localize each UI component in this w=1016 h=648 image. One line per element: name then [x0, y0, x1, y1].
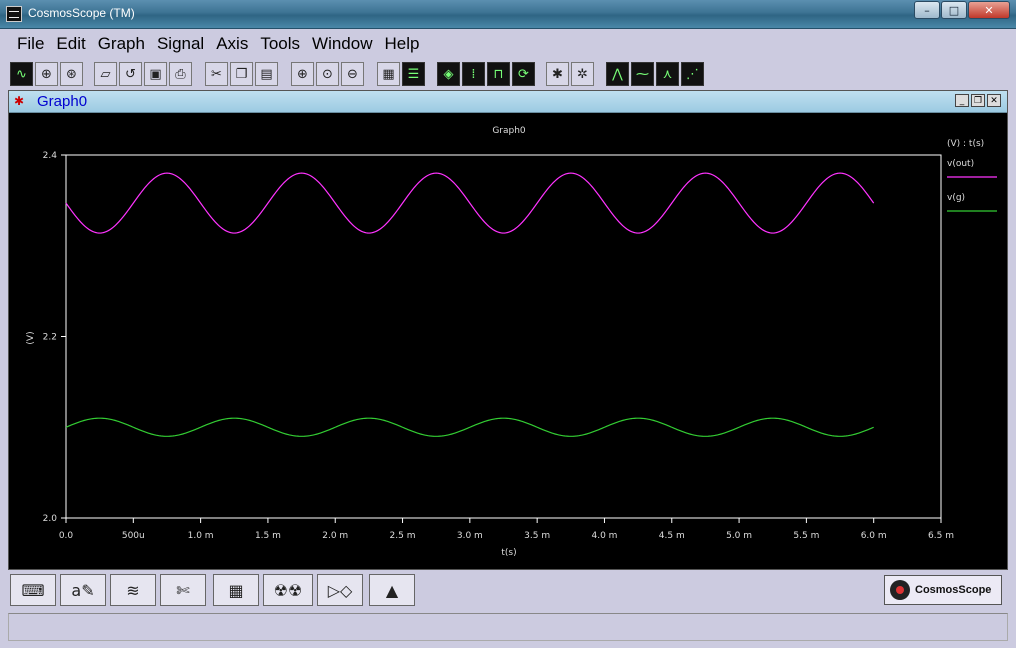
new-graph-icon[interactable]: ∿ [10, 62, 33, 86]
y-axis-label: (V) [26, 331, 36, 344]
measure4-icon[interactable]: ⋰ [681, 62, 704, 86]
radiation-icon[interactable]: ☢☢ [263, 574, 313, 606]
menu-graph[interactable]: Graph [98, 34, 145, 54]
menu-axis[interactable]: Axis [216, 34, 248, 54]
legend-label[interactable]: v(g) [947, 193, 965, 203]
bug-icon[interactable]: ✱ [546, 62, 569, 86]
schematic-icon[interactable]: ▷◇ [317, 574, 363, 606]
series-layer [65, 172, 875, 437]
eraser-icon[interactable]: ◈ [437, 62, 460, 86]
print-icon[interactable]: ⎙ [169, 62, 192, 86]
x-tick-label: 2.5 m [390, 531, 416, 541]
measure1-icon[interactable]: ⋀ [606, 62, 629, 86]
x-tick-label: 2.0 m [322, 531, 348, 541]
y-tick-label: 2.0 [43, 514, 58, 524]
graph-window[interactable]: ✱ Graph0 _ ❐ ✕ Graph0 (V) : t(s) (V) t(s… [8, 90, 1008, 570]
waveform-plot[interactable]: Graph0 (V) : t(s) (V) t(s) 0.0 500u 1.0 m 1… [9, 112, 1007, 569]
x-tick-label: 500u [122, 531, 145, 541]
menu-signal[interactable]: Signal [157, 34, 204, 54]
bug2-icon[interactable]: ✲ [571, 62, 594, 86]
series-line-vg[interactable] [65, 417, 874, 437]
graph-close-button[interactable]: ✕ [987, 94, 1001, 107]
series-line-vout[interactable] [65, 172, 875, 234]
save-icon[interactable]: ▣ [144, 62, 167, 86]
logo-text: CosmosScope [915, 584, 992, 596]
scissors-icon[interactable]: ✄ [160, 574, 206, 606]
x-tick-label: 3.0 m [457, 531, 483, 541]
bottom-toolbar: ⌨ a✎ ≋ ✄ ▦ ☢☢ ▷◇ ▲ CosmosScope [8, 572, 1008, 610]
window-title: CosmosScope (TM) [28, 6, 135, 20]
zoom-in-icon[interactable]: ⊕ [291, 62, 314, 86]
zoom-fit-icon[interactable]: ⊙ [316, 62, 339, 86]
pulse-icon[interactable]: ⊓ [487, 62, 510, 86]
menu-edit[interactable]: Edit [56, 34, 85, 54]
maximize-button[interactable]: □ [941, 1, 967, 19]
menu-file[interactable]: File [17, 34, 44, 54]
graph-window-title: Graph0 [37, 93, 88, 110]
graph-restore-button[interactable]: ❐ [971, 94, 985, 107]
graph-window-controls: _ ❐ ✕ [953, 94, 1001, 107]
x-tick-label: 4.5 m [659, 531, 685, 541]
panel-icon[interactable]: ☰ [402, 62, 425, 86]
measure2-icon[interactable]: ⁓ [631, 62, 654, 86]
x-tick-label: 1.0 m [188, 531, 214, 541]
calculator-icon[interactable]: ▦ [213, 574, 259, 606]
minimize-button[interactable]: – [914, 1, 940, 19]
copy-icon[interactable]: ❐ [230, 62, 253, 86]
x-tick-label: 4.0 m [591, 531, 617, 541]
x-tick-label: 0.0 [59, 531, 74, 541]
keyboard-icon[interactable]: ⌨ [10, 574, 56, 606]
chart-title: Graph0 [492, 126, 526, 136]
legend: v(out) v(g) [947, 159, 997, 212]
legend-label[interactable]: v(out) [947, 159, 974, 169]
x-tick-label: 6.0 m [861, 531, 887, 541]
stack-icon[interactable]: ▦ [377, 62, 400, 86]
open-circle-icon[interactable]: ⊕ [35, 62, 58, 86]
open-folder-icon[interactable]: ▱ [94, 62, 117, 86]
undo-icon[interactable]: ↺ [119, 62, 142, 86]
graph-window-icon: ✱ [14, 94, 25, 108]
x-tick-label: 6.5 m [928, 531, 954, 541]
y-tick-label: 2.4 [43, 151, 58, 161]
annotate-icon[interactable]: a✎ [60, 574, 106, 606]
wheel-icon[interactable]: ⊛ [60, 62, 83, 86]
x-tick-label: 5.0 m [726, 531, 752, 541]
menu-help[interactable]: Help [385, 34, 420, 54]
plot-frame [65, 154, 942, 519]
cosmosscope-logo[interactable]: CosmosScope [884, 575, 1002, 605]
measure3-icon[interactable]: ⋏ [656, 62, 679, 86]
grid-icon[interactable]: ⁞ [462, 62, 485, 86]
x-tick-label: 1.5 m [255, 531, 281, 541]
y-tick-label: 2.2 [43, 333, 57, 343]
cut-icon[interactable]: ✂ [205, 62, 228, 86]
graph-titlebar[interactable]: ✱ Graph0 _ ❐ ✕ [9, 91, 1007, 113]
main-toolbar: ∿ ⊕ ⊛ ▱ ↺ ▣ ⎙ ✂ ❐ ▤ ⊕ ⊙ ⊖ ▦ ☰ ◈ ⁞ ⊓ ⟳ ✱ … [10, 62, 1006, 88]
menu-tools[interactable]: Tools [260, 34, 300, 54]
graph-minimize-button[interactable]: _ [955, 94, 969, 107]
menu-bar: File Edit Graph Signal Axis Tools Window… [8, 30, 1008, 58]
waveform-icon[interactable]: ≋ [110, 574, 156, 606]
app-icon [6, 6, 22, 22]
status-bar [8, 613, 1008, 641]
window-controls: – □ ✕ [913, 1, 1010, 19]
legend-header: (V) : t(s) [947, 139, 984, 149]
zoom-out-icon[interactable]: ⊖ [341, 62, 364, 86]
menu-window[interactable]: Window [312, 34, 372, 54]
plot-axes: 0.0 500u 1.0 m 1.5 m 2.0 m 2.5 m 3.0 m 3.5 m 4.0… [43, 151, 954, 541]
cosmosscope-logo-icon [890, 580, 910, 600]
x-tick-label: 3.5 m [524, 531, 550, 541]
paste-icon[interactable]: ▤ [255, 62, 278, 86]
x-tick-label: 5.5 m [793, 531, 819, 541]
x-axis-label: t(s) [501, 548, 516, 558]
close-button[interactable]: ✕ [968, 1, 1010, 19]
matlab-icon[interactable]: ▲ [369, 574, 415, 606]
refresh-icon[interactable]: ⟳ [512, 62, 535, 86]
window-titlebar[interactable]: CosmosScope (TM) – □ ✕ [0, 0, 1016, 29]
